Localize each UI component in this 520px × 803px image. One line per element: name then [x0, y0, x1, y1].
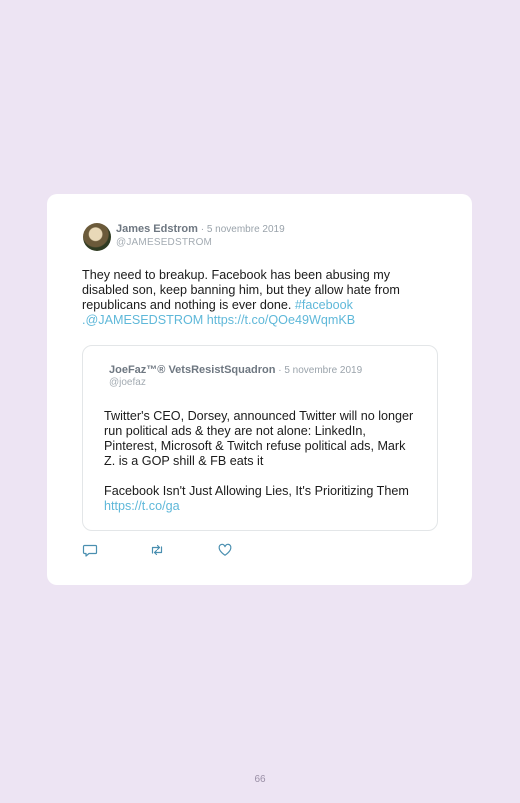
heart-icon[interactable] — [217, 542, 233, 558]
hashtag-link[interactable]: #facebook — [295, 298, 353, 312]
reply-icon[interactable] — [82, 542, 98, 558]
retweet-icon[interactable] — [149, 542, 165, 558]
quoted-author: JoeFaz™® VetsResistSquadron · 5 novembre… — [109, 364, 362, 377]
quoted-paragraph-1: Twitter's CEO, Dorsey, announced Twitter… — [104, 409, 414, 468]
quoted-tweet[interactable]: JoeFaz™® VetsResistSquadron · 5 novembre… — [82, 345, 438, 531]
tweet-author: James Edstrom · 5 novembre 2019 — [116, 223, 285, 236]
separator: · — [275, 365, 285, 376]
tweet-date[interactable]: 5 novembre 2019 — [207, 224, 285, 235]
page-number: 66 — [254, 774, 266, 785]
quoted-paragraph-2-text: Facebook Isn't Just Allowing Lies, It's … — [104, 484, 409, 498]
tweet-url-link[interactable]: https://t.co/QOe49WqmKB — [207, 313, 355, 327]
author-name[interactable]: James Edstrom — [116, 223, 198, 235]
quoted-url-link[interactable]: https://t.co/ga — [104, 499, 180, 513]
mention-link[interactable]: .@JAMESEDSTROM — [82, 313, 203, 327]
tweet-card: James Edstrom · 5 novembre 2019 @JAMESED… — [47, 194, 472, 585]
quoted-paragraph-2: Facebook Isn't Just Allowing Lies, It's … — [104, 484, 414, 514]
separator: · — [197, 224, 207, 235]
quoted-author-name[interactable]: JoeFaz™® VetsResistSquadron — [109, 364, 275, 376]
tweet-text: They need to breakup. Facebook has been … — [82, 268, 432, 328]
quoted-date[interactable]: 5 novembre 2019 — [284, 365, 362, 376]
quoted-text: Twitter's CEO, Dorsey, announced Twitter… — [104, 409, 414, 514]
avatar[interactable] — [83, 223, 111, 251]
quoted-handle[interactable]: @joefaz — [109, 377, 146, 388]
author-handle[interactable]: @JAMESEDSTROM — [116, 237, 212, 248]
